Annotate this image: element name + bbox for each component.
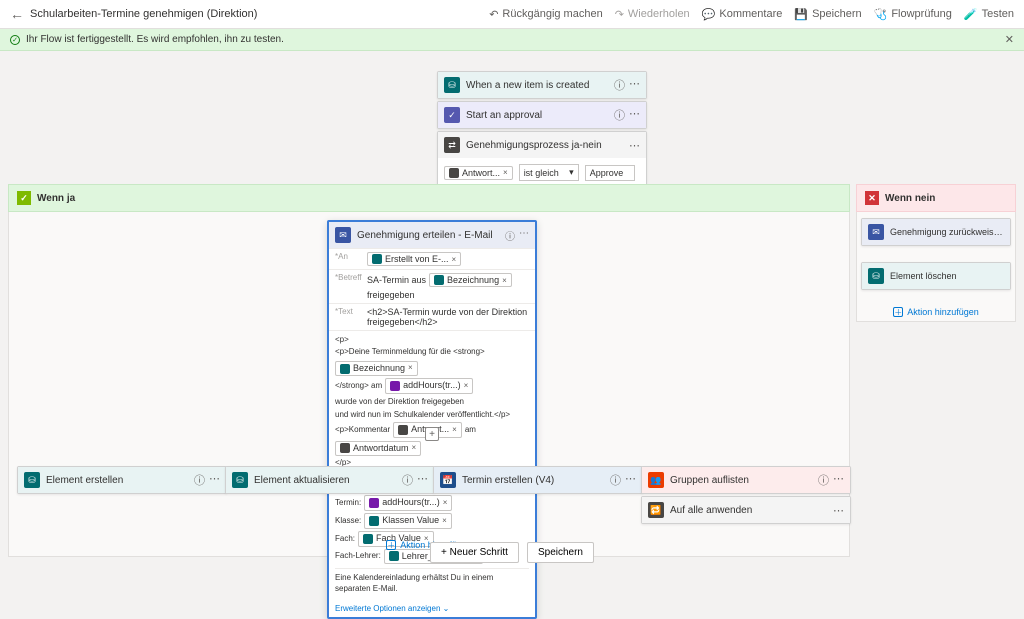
add-action-button[interactable]: ＋Aktion hinzufügen (893, 307, 979, 317)
subject-field[interactable]: SA-Termin aus Bezeichnung× freigegeben (367, 273, 529, 300)
comments-button[interactable]: 💬Kommentare (702, 8, 783, 21)
redo-button: ↷Wiederholen (615, 8, 690, 21)
condition-operator[interactable]: ist gleich▾ (519, 164, 579, 181)
check-icon: ✓ (17, 191, 31, 205)
sharepoint-icon: ⛁ (444, 77, 460, 93)
flow-title: Schularbeiten-Termine genehmigen (Direkt… (30, 8, 257, 20)
apply-to-each-node[interactable]: 🔁Auf alle anwenden⋯ (641, 496, 851, 524)
approval-icon: ✓ (444, 107, 460, 123)
to-token[interactable]: Erstellt von E-...× (367, 252, 461, 266)
calendar-icon: 📅 (440, 472, 456, 488)
back-button[interactable]: ← (10, 6, 24, 22)
outlook-icon: ✉ (335, 227, 351, 243)
approval-node[interactable]: ✓ Start an approval ⓘ⋯ (437, 101, 647, 129)
save-flow-button[interactable]: Speichern (527, 542, 594, 563)
more-icon[interactable]: ⋯ (629, 139, 640, 152)
info-banner: ✓ Ihr Flow ist fertiggestellt. Es wird e… (0, 29, 1024, 51)
delete-item-node[interactable]: ⛁Element löschen (861, 262, 1011, 290)
redo-icon: ↷ (615, 8, 624, 21)
remove-token-icon[interactable]: × (503, 168, 508, 177)
insert-step-button[interactable]: + (425, 427, 439, 441)
list-groups-node[interactable]: 👥Gruppen auflistenⓘ⋯ (641, 466, 851, 494)
update-item-node[interactable]: ⛁Element aktualisierenⓘ⋯ (225, 466, 435, 494)
condition-left[interactable]: Antwort...× (444, 166, 513, 180)
reject-email-node[interactable]: ✉Genehmigung zurückweisen - E-Mail (861, 218, 1011, 246)
trigger-node[interactable]: ⛁ When a new item is created ⓘ⋯ (437, 71, 647, 99)
undo-button[interactable]: ↶Rückgängig machen (489, 8, 603, 21)
undo-icon: ↶ (489, 8, 498, 21)
save-icon: 💾 (794, 8, 808, 21)
office365-icon: 👥 (648, 472, 664, 488)
create-item-node[interactable]: ⛁Element erstellenⓘ⋯ (17, 466, 227, 494)
close-icon[interactable]: ✕ (1005, 33, 1014, 46)
info-icon[interactable]: ⓘ (614, 107, 625, 123)
loop-icon: 🔁 (648, 502, 664, 518)
test-button[interactable]: 🧪Testen (964, 8, 1014, 21)
save-button[interactable]: 💾Speichern (794, 8, 861, 21)
show-advanced-link[interactable]: Erweiterte Optionen anzeigen ⌄ (335, 604, 449, 613)
new-step-button[interactable]: + Neuer Schritt (430, 542, 519, 563)
if-no-header: ✕ Wenn nein (856, 184, 1016, 212)
more-icon[interactable]: ⋯ (519, 228, 529, 243)
condition-icon: ⇄ (444, 137, 460, 153)
sharepoint-icon: ⛁ (24, 472, 40, 488)
chevron-down-icon: ⌄ (443, 604, 450, 613)
outlook-icon: ✉ (868, 224, 884, 240)
chevron-down-icon: ▾ (569, 167, 574, 178)
sharepoint-icon: ⛁ (868, 268, 884, 284)
sharepoint-icon: ⛁ (232, 472, 248, 488)
close-icon: ✕ (865, 191, 879, 205)
test-icon: 🧪 (964, 8, 978, 21)
info-icon[interactable]: ⓘ (614, 77, 625, 93)
comment-icon: 💬 (702, 8, 716, 21)
flow-check-button[interactable]: 🩺Flowprüfung (874, 8, 952, 21)
body-heading[interactable]: <h2>SA-Termin wurde von der Direktion fr… (367, 307, 529, 327)
more-icon[interactable]: ⋯ (629, 77, 640, 93)
success-icon: ✓ (10, 35, 20, 45)
more-icon[interactable]: ⋯ (629, 107, 640, 123)
info-icon[interactable]: ⓘ (505, 228, 515, 243)
condition-right[interactable]: Approve (585, 165, 635, 181)
check-icon: 🩺 (874, 8, 888, 21)
create-event-node[interactable]: 📅Termin erstellen (V4)ⓘ⋯ (433, 466, 643, 494)
if-yes-header: ✓ Wenn ja (8, 184, 850, 212)
